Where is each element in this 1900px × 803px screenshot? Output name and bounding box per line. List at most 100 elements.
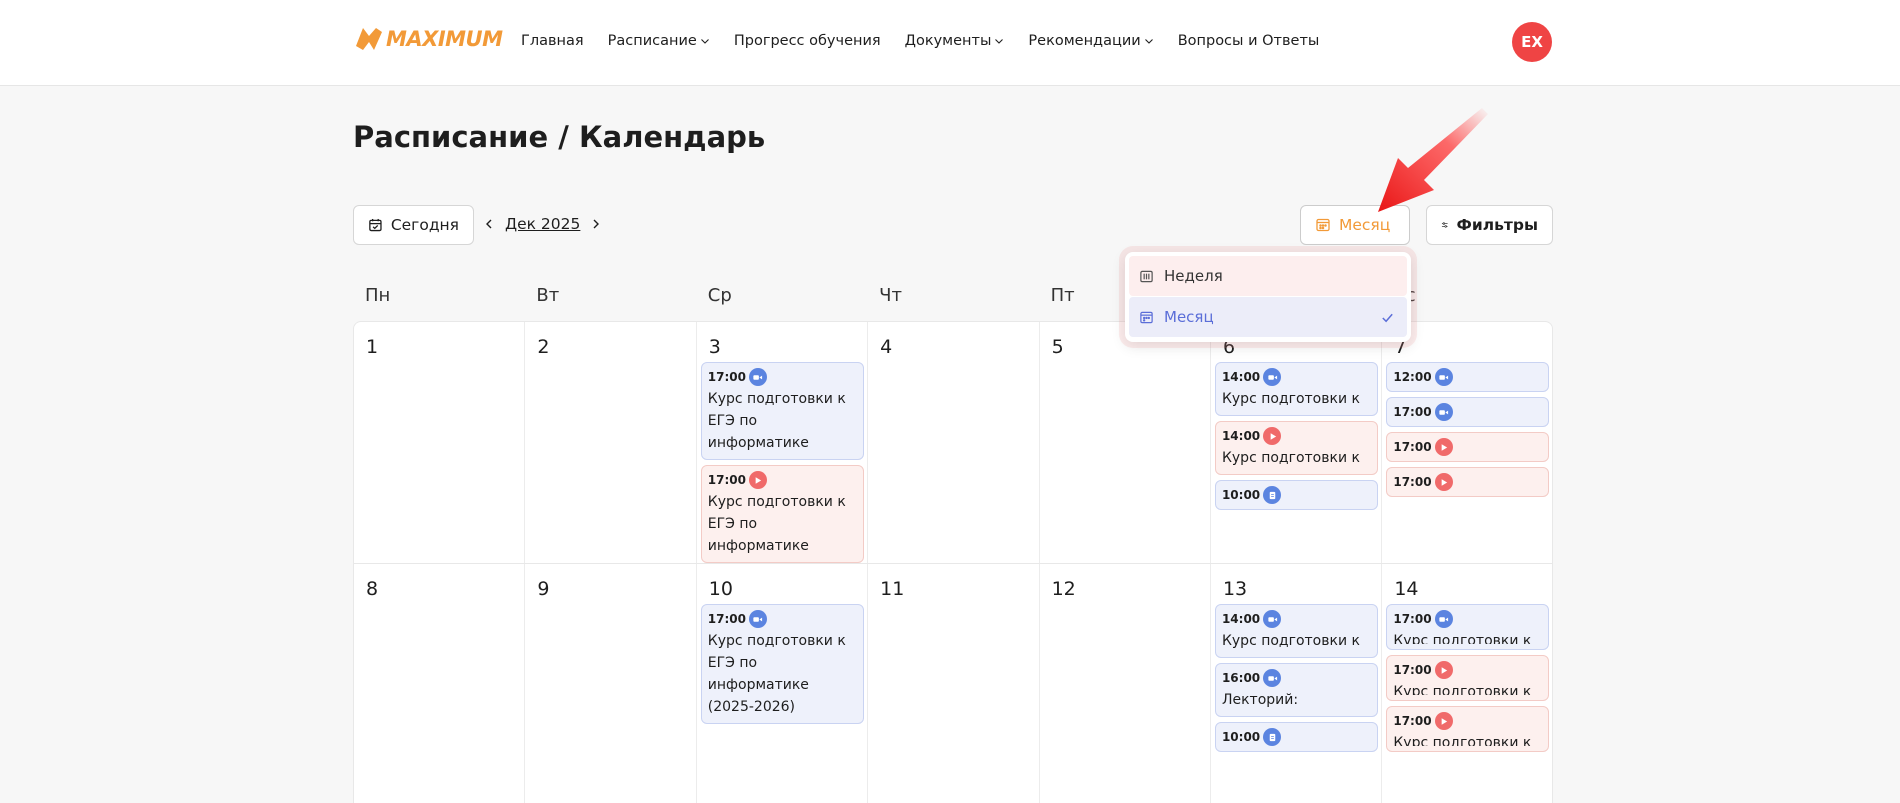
nav-item-label: Расписание	[607, 33, 697, 49]
calendar-event[interactable]: 17:00	[1386, 397, 1550, 427]
day-number: 10	[708, 578, 733, 600]
play-icon	[1434, 661, 1453, 679]
event-title: Курс подготовки к	[1221, 633, 1360, 649]
current-month-label[interactable]: Дек 2025	[505, 215, 580, 233]
event-time: 16:00	[1221, 671, 1261, 685]
day-number: 5	[1051, 336, 1064, 358]
doc-icon	[1263, 728, 1282, 746]
nav-item-2[interactable]: Прогресс обучения	[734, 33, 881, 49]
user-avatar[interactable]: EX	[1512, 22, 1552, 62]
page-title: Расписание / Календарь	[353, 120, 766, 154]
calendar-event[interactable]: 17:00 Курс подготовки к	[1386, 706, 1550, 752]
event-time: 17:00	[1393, 440, 1432, 454]
logo-text: MAXIMUM	[386, 27, 503, 51]
calendar-event[interactable]: 17:00 Курс подготовки к ЕГЭ по информатик…	[700, 362, 864, 460]
video-icon	[1263, 669, 1282, 687]
filters-label: Фильтры	[1456, 216, 1538, 234]
calendar-event[interactable]: 16:00 Лекторий:	[1214, 663, 1378, 717]
event-title: Курс подготовки к	[1221, 391, 1360, 407]
nav-item-1[interactable]: Расписание	[608, 33, 710, 49]
calendar-event[interactable]: 17:00 Курс подготовки к ЕГЭ по информатик…	[700, 465, 864, 563]
event-time: 14:00	[1221, 370, 1261, 384]
calendar-event[interactable]: 17:00 Курс подготовки к	[1386, 604, 1550, 650]
calendar-event[interactable]: 12:00	[1386, 362, 1550, 392]
calendar-event[interactable]: 14:00 Курс подготовки к	[1214, 421, 1378, 475]
calendar-day-cell[interactable]: 5	[1040, 322, 1211, 563]
event-time: 12:00	[1393, 370, 1432, 384]
calendar-day-cell[interactable]: 3 17:00 Курс подготовки к ЕГЭ по информати…	[697, 322, 869, 563]
chevron-left-icon[interactable]	[483, 218, 495, 230]
calendar-day-cell[interactable]: 1	[354, 322, 526, 563]
calendar-event[interactable]: 14:00 Курс подготовки к	[1214, 604, 1378, 658]
nav-item-label: Прогресс обучения	[733, 33, 881, 49]
view-mode-button[interactable]: Месяц	[1300, 205, 1410, 245]
nav-item-4[interactable]: Рекомендации	[1028, 33, 1153, 49]
video-icon	[1434, 368, 1453, 386]
nav-item-label: Главная	[521, 33, 584, 49]
month-view-icon	[1140, 311, 1153, 323]
chevron-right-icon[interactable]	[590, 218, 602, 230]
view-mode-label: Месяц	[1339, 216, 1391, 234]
event-header: 17:00	[708, 610, 857, 628]
calendar-day-cell[interactable]: 11	[868, 564, 1040, 803]
calendar-week-row: 8 9 10 17:00 Курс подготовки к ЕГЭ по информ…	[354, 564, 1552, 803]
calendar-day-cell[interactable]: 7 12:00 17:00 17:00 17:00	[1382, 322, 1552, 563]
weekday-label: Ср	[707, 285, 732, 306]
nav-item-label: Вопросы и Ответы	[1177, 33, 1320, 49]
event-title: Курс подготовки к	[1221, 450, 1360, 466]
chevron-down-icon	[700, 39, 709, 44]
calendar-event[interactable]: 10:00	[1214, 722, 1378, 752]
event-time: 10:00	[1221, 488, 1261, 502]
calendar-day-cell[interactable]: 8	[354, 564, 526, 803]
today-label: Сегодня	[390, 216, 459, 234]
calendar-event[interactable]: 17:00 Курс подготовки к ЕГЭ по информатик…	[700, 604, 864, 724]
event-time: 17:00	[707, 612, 746, 626]
event-header: 14:00	[1222, 427, 1371, 445]
event-header: 14:00	[1222, 368, 1371, 386]
calendar-day-cell[interactable]: 10 17:00 Курс подготовки к ЕГЭ по информат…	[697, 564, 869, 803]
event-header: 17:00	[708, 368, 857, 386]
calendar-event[interactable]: 14:00 Курс подготовки к	[1214, 362, 1378, 416]
day-events: 14:00 Курс подготовки к 16:00 Лекторий: 10:0…	[1214, 604, 1378, 752]
view-option-month[interactable]: Месяц	[1129, 297, 1407, 337]
nav-item-label: Рекомендации	[1028, 33, 1141, 49]
event-header: 17:00	[1393, 403, 1542, 421]
video-icon	[748, 368, 767, 386]
view-option-week[interactable]: Неделя	[1129, 256, 1407, 296]
nav-item-0[interactable]: Главная	[521, 33, 584, 49]
event-header: 16:00	[1222, 669, 1371, 687]
nav-item-3[interactable]: Документы	[905, 33, 1005, 49]
calendar-event[interactable]: 17:00	[1386, 467, 1550, 497]
maximum-logo[interactable]: MAXIMUM	[354, 24, 503, 54]
day-number: 9	[537, 578, 550, 600]
calendar-day-cell[interactable]: 13 14:00 Курс подготовки к 16:00 Лекторий: 10…	[1211, 564, 1383, 803]
event-header: 10:00	[1222, 486, 1371, 504]
calendar-day-cell[interactable]: 4	[868, 322, 1040, 563]
calendar-grid-icon	[1316, 218, 1330, 232]
event-title: Курс подготовки к	[1393, 633, 1532, 644]
event-time: 17:00	[1393, 663, 1432, 677]
day-number: 11	[880, 578, 905, 600]
event-title: Курс подготовки к	[1393, 735, 1532, 746]
today-button[interactable]: Сегодня	[353, 205, 474, 245]
nav-item-5[interactable]: Вопросы и Ответы	[1178, 33, 1320, 49]
event-time: 17:00	[1393, 612, 1432, 626]
calendar-day-cell[interactable]: 12	[1040, 564, 1211, 803]
play-icon	[1434, 473, 1453, 491]
calendar-day-cell[interactable]: 9	[525, 564, 697, 803]
event-header: 17:00	[1393, 661, 1542, 679]
filters-button[interactable]: Фильтры	[1426, 205, 1553, 245]
calendar-event[interactable]: 17:00	[1386, 432, 1550, 462]
calendar-day-cell[interactable]: 2	[525, 322, 697, 563]
play-icon	[1434, 438, 1453, 456]
calendar-day-cell[interactable]: 14 17:00 Курс подготовки к 17:00 Курс подгот…	[1382, 564, 1552, 803]
play-icon	[748, 471, 767, 489]
view-mode-dropdown: Неделя Месяц	[1125, 252, 1411, 342]
calendar-event[interactable]: 17:00 Курс подготовки к	[1386, 655, 1550, 701]
event-time: 17:00	[707, 370, 746, 384]
day-events: 17:00 Курс подготовки к ЕГЭ по информатик…	[700, 604, 864, 724]
calendar-event[interactable]: 10:00	[1214, 480, 1378, 510]
view-option-week-label: Неделя	[1164, 267, 1223, 285]
view-option-month-label: Месяц	[1164, 308, 1214, 326]
calendar-day-cell[interactable]: 6 14:00 Курс подготовки к 14:00 Курс подгото…	[1211, 322, 1383, 563]
